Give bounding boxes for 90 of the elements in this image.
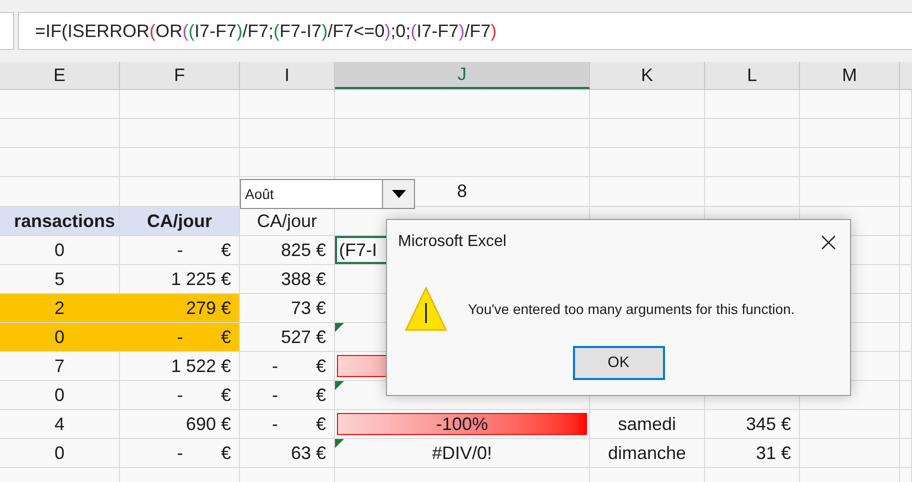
formula-text: =IF(ISERROR bbox=[35, 20, 150, 43]
amount-text: 279 bbox=[186, 296, 216, 320]
error-flag-icon bbox=[335, 439, 344, 448]
amount-text: 345 bbox=[746, 412, 776, 436]
column-header[interactable]: F bbox=[120, 62, 240, 89]
cell-text: 4 bbox=[54, 412, 64, 436]
currency-text: € bbox=[316, 412, 326, 436]
formula-text: ( bbox=[182, 20, 189, 43]
cell-text: 8 bbox=[456, 180, 467, 203]
amount-text: 527 bbox=[280, 326, 311, 348]
column-header[interactable]: L bbox=[705, 62, 800, 89]
cell-text: 0 bbox=[54, 442, 64, 464]
amount-text: 73 bbox=[290, 296, 311, 320]
column-header[interactable]: M bbox=[800, 62, 900, 89]
amount-text: - bbox=[176, 442, 183, 464]
formula-bar[interactable]: =IF(ISERROR(OR((I7-F7)/F7;(F7-I7)/F7<=0);0;(I7-F7)/F7) bbox=[18, 12, 912, 50]
formula-text: ) bbox=[458, 20, 465, 43]
cell-text: 2 bbox=[54, 296, 64, 320]
column-title: ransactions bbox=[14, 210, 115, 232]
cell-text: 0 bbox=[54, 238, 64, 262]
column-title: CA/jour bbox=[256, 210, 318, 233]
formula-text: I7-F7 bbox=[194, 20, 237, 40]
dropdown-value: Août bbox=[245, 184, 275, 204]
dialog-title: Microsoft Excel bbox=[398, 232, 506, 252]
currency-text: € bbox=[220, 354, 231, 378]
amount-text: 31 bbox=[756, 442, 776, 464]
currency-text: € bbox=[316, 296, 326, 320]
currency-text: € bbox=[220, 384, 231, 406]
currency-text: € bbox=[220, 296, 231, 320]
currency-text: € bbox=[220, 442, 231, 464]
cell-text: 0 bbox=[54, 384, 64, 406]
amount-text: - bbox=[272, 354, 278, 378]
formula-text: /F7<=0 bbox=[328, 20, 385, 40]
amount-text: - bbox=[176, 326, 183, 348]
amount-text: - bbox=[272, 384, 278, 406]
column-header[interactable]: J bbox=[335, 62, 590, 89]
amount-text: - bbox=[176, 238, 183, 262]
column-header[interactable]: K bbox=[590, 62, 705, 89]
formula-text: ( bbox=[188, 20, 195, 43]
formula-text: ( bbox=[410, 20, 417, 43]
percent-text: -100% bbox=[436, 412, 488, 436]
warning-icon bbox=[404, 286, 448, 332]
month-dropdown[interactable]: Août bbox=[240, 179, 415, 209]
formula-text: OR bbox=[156, 20, 183, 42]
amount-text: 690 bbox=[186, 412, 216, 436]
close-icon[interactable] bbox=[821, 234, 836, 250]
formula-text: F7-I7 bbox=[280, 20, 322, 40]
cell-edit-text: (F7-I bbox=[339, 238, 377, 262]
currency-text: € bbox=[220, 268, 231, 290]
ok-button[interactable]: OK bbox=[572, 346, 664, 380]
currency-text: € bbox=[316, 354, 326, 378]
currency-text: € bbox=[316, 384, 326, 406]
amount-text: - bbox=[272, 412, 278, 436]
formula-text: /F7; bbox=[242, 20, 274, 42]
formula-text: ) bbox=[236, 20, 243, 43]
currency-text: € bbox=[316, 442, 326, 464]
amount-text: 1 522 bbox=[170, 354, 216, 378]
currency-text: € bbox=[220, 412, 231, 436]
dialog-message: You've entered too many arguments for this function. bbox=[468, 300, 795, 319]
currency-text: € bbox=[220, 238, 231, 262]
cell-text: 7 bbox=[54, 354, 64, 378]
currency-text: € bbox=[316, 238, 326, 262]
currency-text: € bbox=[780, 412, 791, 436]
formula-text: ) bbox=[322, 20, 328, 43]
error-value-text: #DIV/0! bbox=[432, 442, 492, 464]
cell-text: 5 bbox=[54, 268, 64, 290]
amount-text: 388 bbox=[280, 268, 311, 290]
formula-text: ( bbox=[274, 20, 280, 43]
weekday-text: dimanche bbox=[608, 442, 686, 464]
caret-icon bbox=[392, 190, 406, 198]
error-flag-icon bbox=[335, 323, 344, 332]
weekday-text: samedi bbox=[618, 412, 676, 436]
formula-text: ;0; bbox=[390, 20, 411, 42]
formula-text: I7-F7 bbox=[416, 20, 459, 40]
currency-text: € bbox=[316, 326, 326, 348]
amount-text: 1 225 bbox=[170, 268, 216, 290]
currency-text: € bbox=[316, 268, 326, 290]
error-flag-icon bbox=[335, 381, 344, 390]
amount-text: - bbox=[176, 384, 183, 406]
cell-text: 0 bbox=[54, 326, 64, 348]
formula-text: ( bbox=[150, 20, 156, 43]
formula-text: ) bbox=[384, 20, 391, 43]
amount-text: 63 bbox=[290, 442, 311, 464]
formula-text: /F7 bbox=[464, 20, 491, 40]
amount-text: 825 bbox=[280, 238, 311, 262]
formula-text: ) bbox=[490, 20, 497, 43]
column-title: CA/jour bbox=[147, 210, 212, 233]
currency-text: € bbox=[220, 326, 231, 348]
column-header[interactable]: E bbox=[0, 62, 120, 89]
currency-text: € bbox=[780, 442, 791, 464]
